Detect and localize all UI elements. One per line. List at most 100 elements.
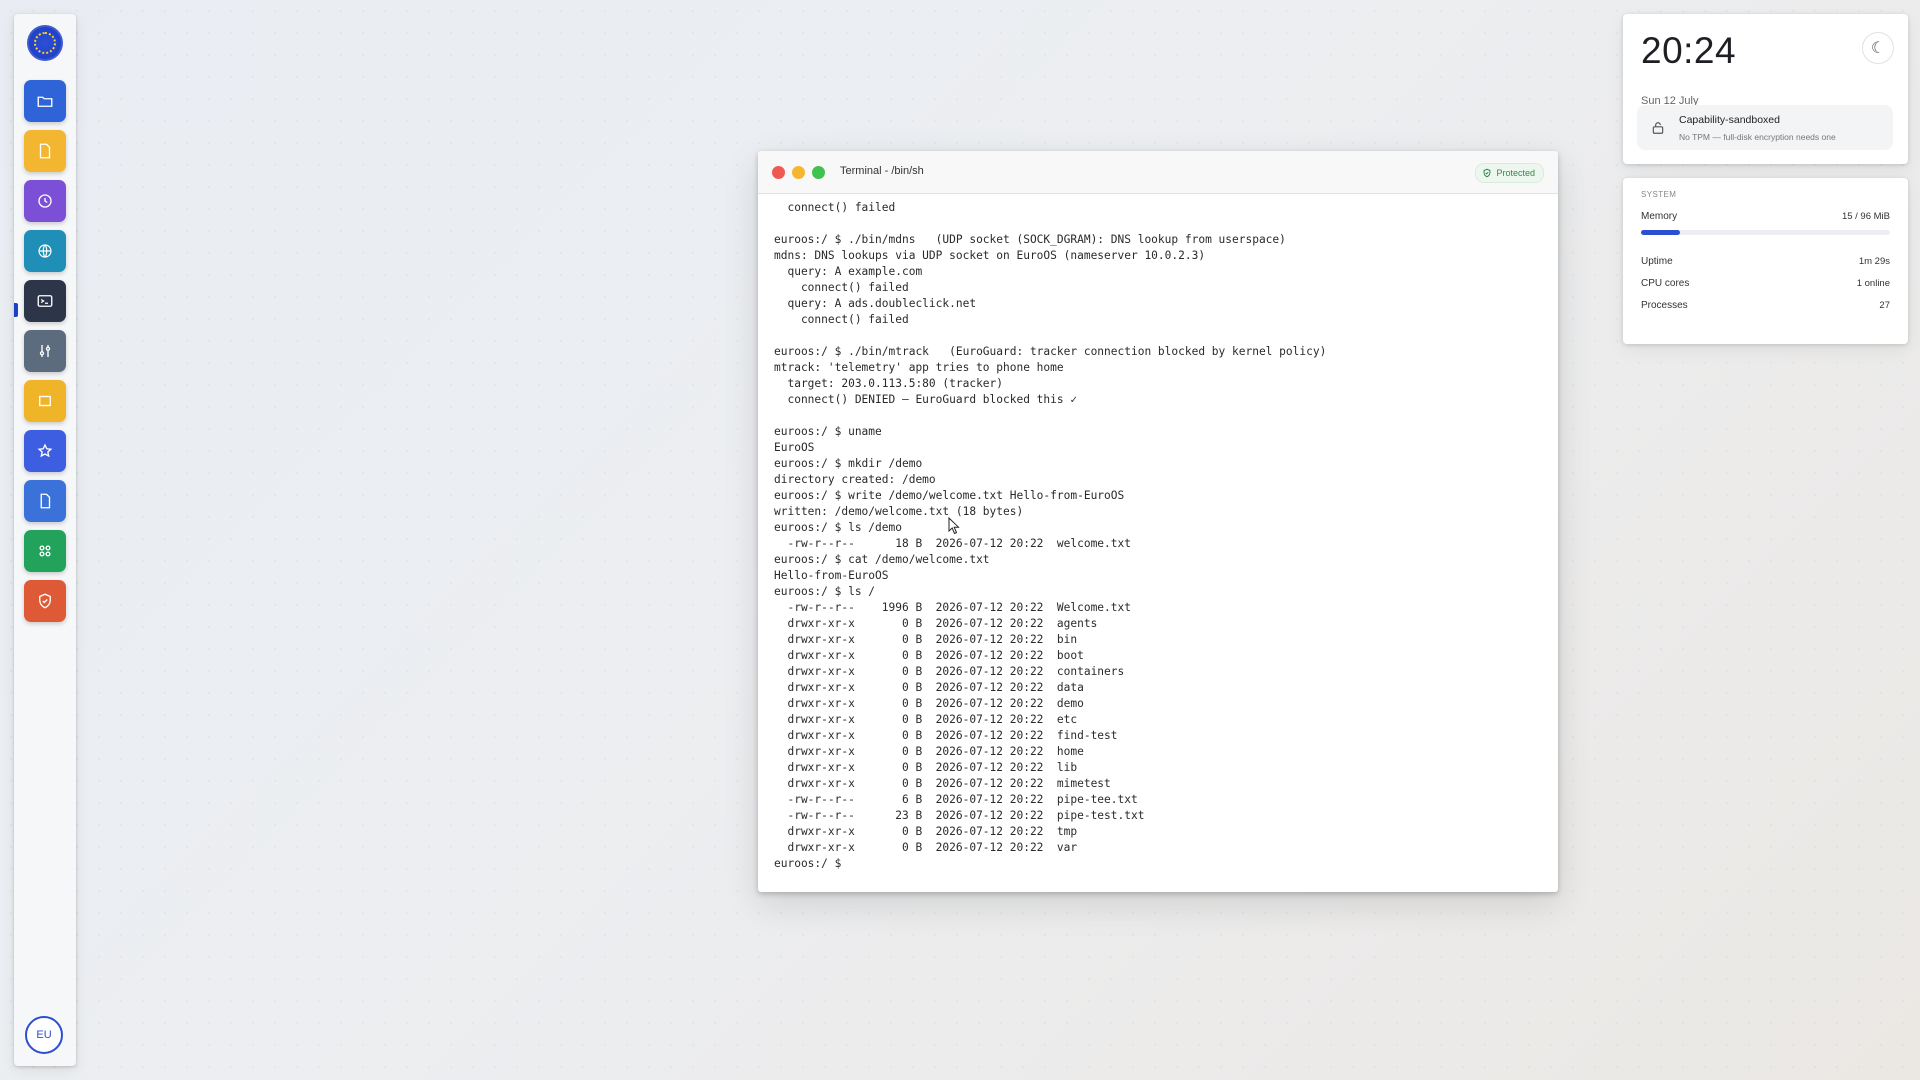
- grid-icon: [39, 545, 51, 557]
- terminal-line: query: A ads.doubleclick.net: [774, 297, 977, 310]
- eu-stars-logo-icon[interactable]: [27, 25, 63, 61]
- uptime-label: Uptime: [1641, 256, 1673, 267]
- cpu-value: 1 online: [1856, 278, 1890, 289]
- terminal-line: drwxr-xr-x 0 B 2026-07-12 20:22 bin: [774, 633, 1078, 646]
- uptime-row: Uptime 1m 29s: [1641, 256, 1890, 267]
- terminal-line: connect() failed: [774, 201, 896, 214]
- terminal-line: -rw-r--r-- 23 B 2026-07-12 20:22 pipe-te…: [774, 809, 1145, 822]
- terminal-line: euroos:/ $ cat /demo/welcome.txt: [774, 553, 990, 566]
- terminal-line: -rw-r--r-- 18 B 2026-07-12 20:22 welcome…: [774, 537, 1131, 550]
- terminal-line: euroos:/ $ ls /demo: [774, 521, 902, 534]
- theme-toggle-moon-icon[interactable]: ☾: [1862, 32, 1894, 64]
- cpu-row: CPU cores 1 online: [1641, 278, 1890, 289]
- processes-row: Processes 27: [1641, 300, 1890, 311]
- terminal-line: euroos:/ $ ./bin/mdns (UDP socket (SOCK_…: [774, 233, 1286, 246]
- dock-app-files[interactable]: [24, 80, 66, 122]
- terminal-line: euroos:/ $ write /demo/welcome.txt Hello…: [774, 489, 1125, 502]
- dock-app-storage[interactable]: [24, 380, 66, 422]
- clock-time: 20:24: [1641, 30, 1737, 71]
- terminal-line: Hello-from-EuroOS: [774, 569, 889, 582]
- document-icon: [39, 143, 51, 159]
- terminal-line: drwxr-xr-x 0 B 2026-07-12 20:22 home: [774, 745, 1084, 758]
- terminal-line: written: /demo/welcome.txt (18 bytes): [774, 505, 1024, 518]
- terminal-line: -rw-r--r-- 6 B 2026-07-12 20:22 pipe-tee…: [774, 793, 1138, 806]
- clock-widget: 20:24 Sun 12 July ☾ Capability-sandboxed…: [1623, 14, 1908, 164]
- terminal-line: connect() failed: [774, 313, 909, 326]
- terminal-line: euroos:/ $: [774, 857, 849, 870]
- clock-icon: [38, 194, 52, 208]
- memory-value: 15 / 96 MiB: [1841, 211, 1890, 222]
- active-app-indicator: [14, 303, 18, 317]
- terminal-line: target: 203.0.113.5:80 (tracker): [774, 377, 1004, 390]
- box-icon: [39, 395, 51, 407]
- shield-icon: [39, 593, 51, 609]
- folder-icon: [37, 96, 53, 107]
- memory-row: Memory 15 / 96 MiB: [1641, 211, 1890, 222]
- file-icon: [40, 493, 51, 509]
- dock-app-clock[interactable]: [24, 180, 66, 222]
- shield-check-icon: [1484, 168, 1491, 178]
- terminal-line: drwxr-xr-x 0 B 2026-07-12 20:22 demo: [774, 697, 1084, 710]
- terminal-line: mdns: DNS lookups via UDP socket on Euro…: [774, 249, 1206, 262]
- star-icon: [37, 443, 53, 458]
- terminal-line: drwxr-xr-x 0 B 2026-07-12 20:22 agents: [774, 617, 1098, 630]
- terminal-line: connect() DENIED — EuroGuard blocked thi…: [774, 393, 1078, 406]
- system-heading: SYSTEM: [1641, 190, 1677, 199]
- terminal-line: euroos:/ $ uname: [774, 425, 882, 438]
- terminal-line: connect() failed: [774, 281, 909, 294]
- terminal-line: drwxr-xr-x 0 B 2026-07-12 20:22 mimetest: [774, 777, 1111, 790]
- terminal-line: drwxr-xr-x 0 B 2026-07-12 20:22 etc: [774, 713, 1078, 726]
- globe-icon: [38, 244, 52, 258]
- close-window-button[interactable]: [772, 166, 785, 179]
- mouse-cursor-icon: [948, 517, 960, 535]
- terminal-output[interactable]: connect() failed euroos:/ $ ./bin/mdns (U…: [758, 194, 1558, 872]
- dock-app-notes[interactable]: [24, 130, 66, 172]
- memory-bar-fill: [1641, 230, 1680, 235]
- terminal-line: drwxr-xr-x 0 B 2026-07-12 20:22 lib: [774, 761, 1078, 774]
- protected-label: Protected: [1496, 168, 1535, 178]
- dock: EU: [14, 14, 76, 1066]
- sandbox-title: Capability-sandboxed: [1679, 114, 1780, 126]
- minimize-window-button[interactable]: [792, 166, 805, 179]
- protected-badge: Protected: [1475, 163, 1544, 183]
- terminal-line: mtrack: 'telemetry' app tries to phone h…: [774, 361, 1064, 374]
- dock-app-docs[interactable]: [24, 480, 66, 522]
- terminal-line: drwxr-xr-x 0 B 2026-07-12 20:22 containe…: [774, 665, 1125, 678]
- system-widget: SYSTEM Memory 15 / 96 MiB Uptime 1m 29s …: [1623, 178, 1908, 344]
- sliders-icon: [39, 345, 51, 357]
- terminal-line: drwxr-xr-x 0 B 2026-07-12 20:22 find-tes…: [774, 729, 1118, 742]
- dock-app-terminal[interactable]: [24, 280, 66, 322]
- user-avatar[interactable]: EU: [25, 1016, 63, 1054]
- dock-app-settings[interactable]: [24, 330, 66, 372]
- dock-app-browser[interactable]: [24, 230, 66, 272]
- uptime-value: 1m 29s: [1858, 256, 1890, 267]
- terminal-line: euroos:/ $ ./bin/mtrack (EuroGuard: trac…: [774, 345, 1327, 358]
- maximize-window-button[interactable]: [812, 166, 825, 179]
- terminal-line: drwxr-xr-x 0 B 2026-07-12 20:22 var: [774, 841, 1078, 854]
- terminal-line: -rw-r--r-- 1996 B 2026-07-12 20:22 Welco…: [774, 601, 1131, 614]
- processes-value: 27: [1879, 300, 1890, 311]
- terminal-line: drwxr-xr-x 0 B 2026-07-12 20:22 tmp: [774, 825, 1078, 838]
- dock-app-security[interactable]: [24, 580, 66, 622]
- terminal-line: drwxr-xr-x 0 B 2026-07-12 20:22 boot: [774, 649, 1084, 662]
- terminal-line: euroos:/ $ ls /: [774, 585, 876, 598]
- terminal-line: euroos:/ $ mkdir /demo: [774, 457, 923, 470]
- window-titlebar[interactable]: Terminal - /bin/sh Protected: [758, 151, 1558, 194]
- window-title: Terminal - /bin/sh: [840, 165, 924, 177]
- terminal-icon: [37, 295, 53, 307]
- terminal-window[interactable]: Terminal - /bin/sh Protected connect() f…: [758, 151, 1558, 892]
- lock-icon: [1652, 122, 1664, 134]
- memory-label: Memory: [1641, 211, 1678, 222]
- terminal-line: EuroOS: [774, 441, 815, 454]
- cpu-label: CPU cores: [1641, 278, 1690, 289]
- processes-label: Processes: [1641, 300, 1688, 311]
- terminal-line: query: A example.com: [774, 265, 923, 278]
- terminal-line: drwxr-xr-x 0 B 2026-07-12 20:22 data: [774, 681, 1084, 694]
- sandbox-subtitle: No TPM — full-disk encryption needs one: [1679, 132, 1836, 142]
- sandbox-status-card: Capability-sandboxed No TPM — full-disk …: [1637, 105, 1893, 150]
- dock-app-apps[interactable]: [24, 530, 66, 572]
- memory-bar: [1641, 230, 1890, 235]
- dock-app-favorites[interactable]: [24, 430, 66, 472]
